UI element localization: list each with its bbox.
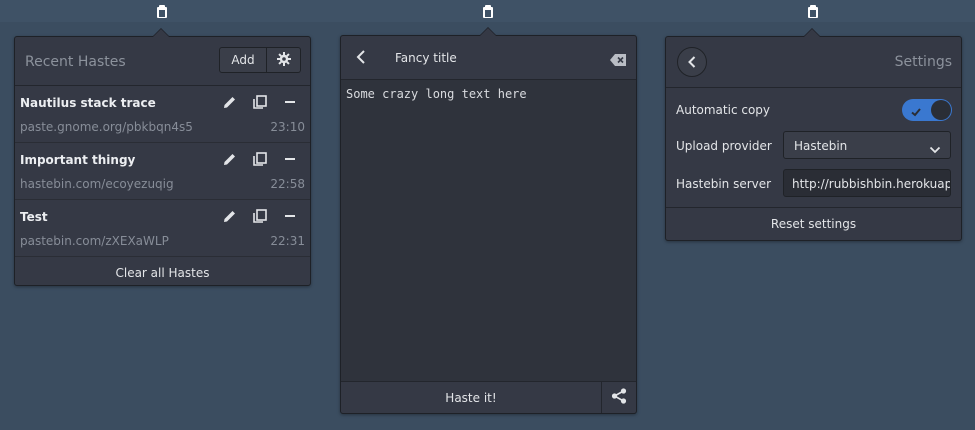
copy-icon[interactable] [252,208,268,224]
haste-title: Test [20,210,48,224]
check-icon [910,103,922,122]
automatic-copy-label: Automatic copy [676,103,771,117]
clipboard-icon[interactable] [156,4,168,18]
text-editor[interactable]: Some crazy long text here [341,80,636,382]
remove-icon[interactable] [282,151,298,167]
hastebin-server-input[interactable]: http://rubbishbin.herokuapp.com [783,169,951,197]
share-icon [611,387,627,408]
haste-list-item[interactable]: Important thingy hastebin.com/ecoyezuqig… [15,143,310,200]
haste-url[interactable]: pastebin.com/zXEXaWLP [20,234,169,248]
hastebin-server-row: Hastebin server http://rubbishbin.heroku… [666,169,961,199]
haste-title: Important thingy [20,153,136,167]
remove-icon[interactable] [282,94,298,110]
clear-all-button[interactable]: Clear all Hastes [15,257,310,289]
recent-hastes-header: Recent Hastes Add [15,37,310,86]
haste-time: 22:58 [270,177,305,191]
editor-popover: Fancy title Some crazy long text here Ha… [340,27,637,414]
settings-title: Settings [894,54,952,70]
settings-header: Settings [666,37,961,88]
paste-title[interactable]: Fancy title [395,51,457,65]
hastebin-server-value: http://rubbishbin.herokuapp.com [792,177,950,191]
haste-url[interactable]: paste.gnome.org/pbkbqn4s5 [20,120,193,134]
upload-provider-label: Upload provider [676,139,772,153]
upload-provider-row: Upload provider Hastebin [666,131,961,161]
copy-icon[interactable] [252,94,268,110]
upload-provider-select[interactable]: Hastebin [783,131,951,159]
gear-icon [276,51,291,69]
remove-icon[interactable] [282,208,298,224]
haste-it-button[interactable]: Haste it! [341,382,602,413]
chevron-down-icon [929,140,941,159]
add-button[interactable]: Add [219,47,267,73]
settings-button[interactable] [267,47,301,73]
haste-url[interactable]: hastebin.com/ecoyezuqig [20,177,174,191]
automatic-copy-toggle[interactable] [902,99,952,121]
reset-settings-button[interactable]: Reset settings [666,207,961,240]
popover-title: Recent Hastes [25,54,126,70]
toggle-knob [931,100,951,120]
editor-footer: Haste it! [341,382,636,413]
edit-icon[interactable] [222,94,238,110]
copy-icon[interactable] [252,151,268,167]
haste-list-item[interactable]: Test pastebin.com/zXEXaWLP 22:31 [15,200,310,257]
clear-text-icon[interactable] [610,51,626,70]
clipboard-icon[interactable] [482,4,494,18]
back-icon [687,53,697,72]
edit-icon[interactable] [222,151,238,167]
haste-time: 23:10 [270,120,305,134]
automatic-copy-row: Automatic copy [666,95,961,125]
haste-time: 22:31 [270,234,305,248]
recent-hastes-popover: Recent Hastes Add Nautilus stack trace p… [14,28,311,289]
editor-content: Some crazy long text here [346,87,527,101]
header-button-group: Add [219,47,301,73]
clipboard-icon[interactable] [807,4,819,18]
back-button[interactable] [677,47,707,77]
share-button[interactable] [602,382,636,413]
upload-provider-value: Hastebin [794,139,848,153]
haste-list-item[interactable]: Nautilus stack trace paste.gnome.org/pbk… [15,86,310,143]
top-panel [0,0,975,22]
haste-title: Nautilus stack trace [20,96,156,110]
editor-header: Fancy title [341,36,636,80]
hastebin-server-label: Hastebin server [676,177,772,191]
edit-icon[interactable] [222,208,238,224]
settings-popover: Settings Automatic copy Upload provider … [665,28,962,241]
back-icon[interactable] [355,49,367,68]
